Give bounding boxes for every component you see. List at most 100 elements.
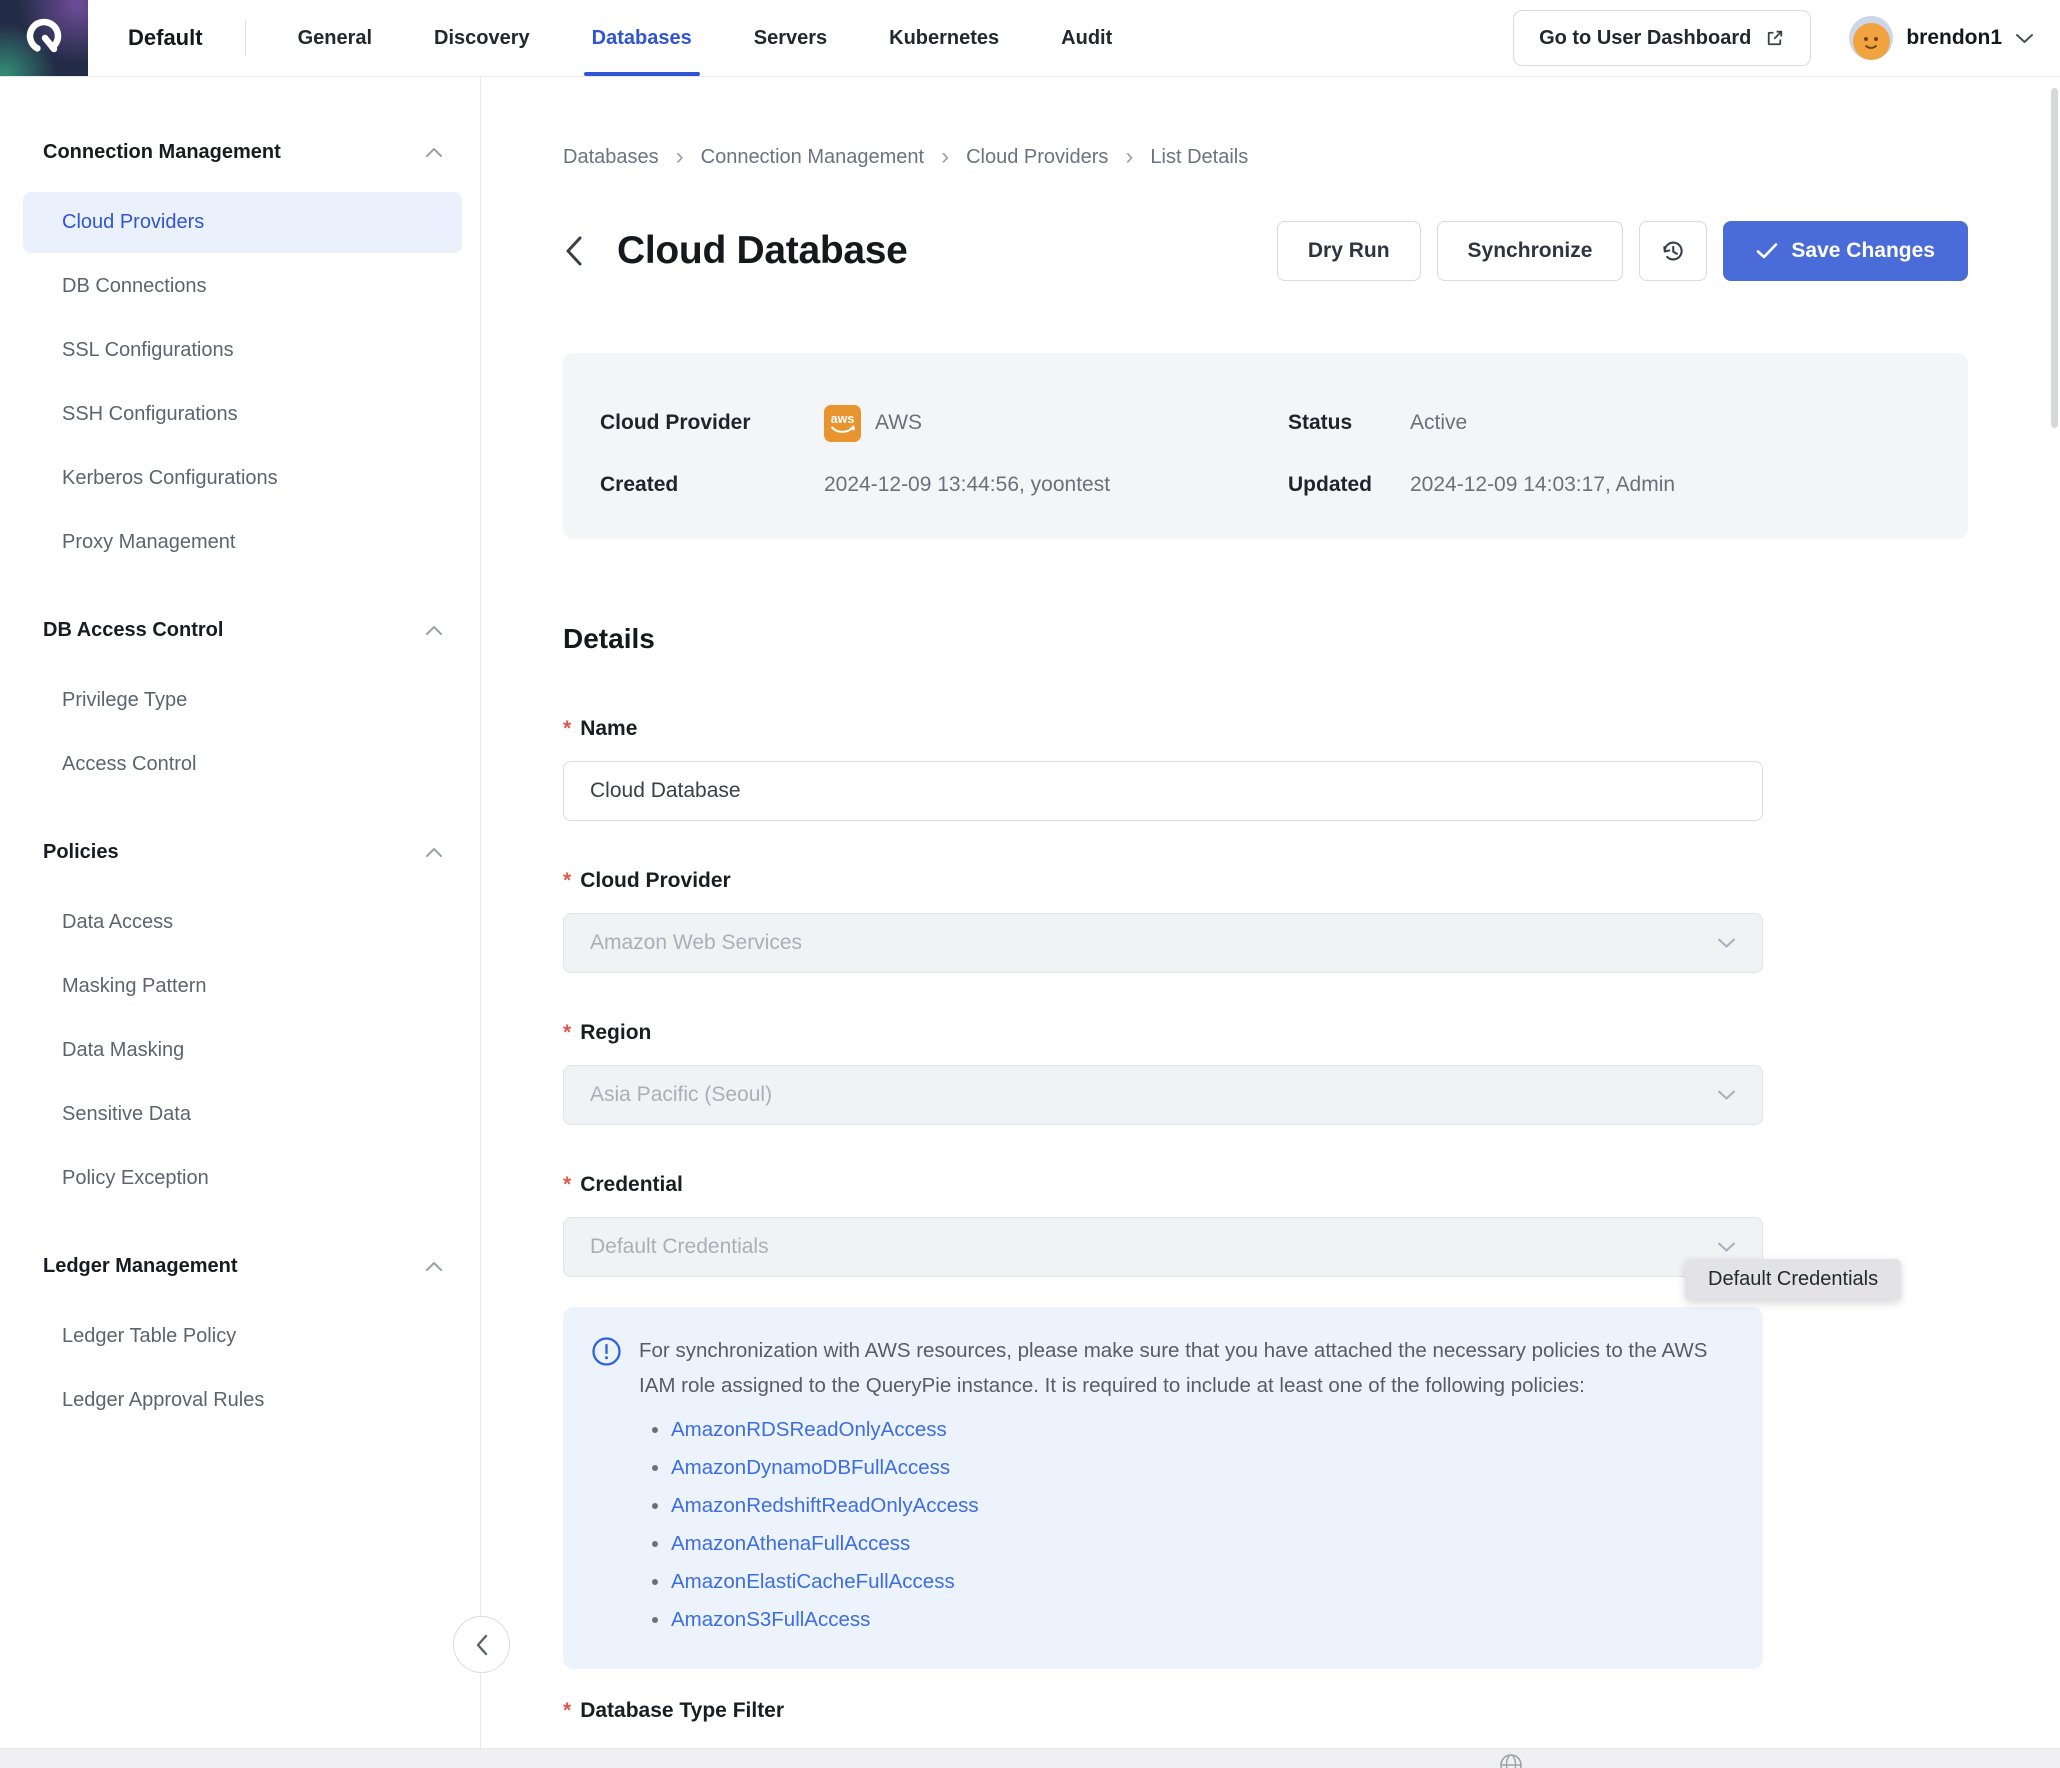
select-value: Default Credentials	[590, 1235, 769, 1259]
save-changes-button[interactable]: Save Changes	[1723, 221, 1968, 281]
page-title-row: Cloud Database Dry Run Synchronize	[563, 221, 1968, 281]
policy-list-item: AmazonRedshiftReadOnlyAccess	[671, 1487, 1719, 1525]
dashboard-button-label: Go to User Dashboard	[1539, 27, 1751, 50]
sidebar-item-policy-exception[interactable]: Policy Exception	[23, 1148, 462, 1209]
policy-list: AmazonRDSReadOnlyAccess AmazonDynamoDBFu…	[639, 1411, 1719, 1639]
sidebar-menu: Ledger Table Policy Ledger Approval Rule…	[0, 1306, 480, 1431]
workspace-label: Default	[128, 25, 203, 51]
nav-divider	[245, 20, 246, 56]
synchronize-button[interactable]: Synchronize	[1437, 221, 1624, 281]
querypie-logo[interactable]	[0, 0, 88, 76]
breadcrumb-databases[interactable]: Databases	[563, 146, 659, 169]
policy-link-redshift[interactable]: AmazonRedshiftReadOnlyAccess	[671, 1494, 979, 1517]
tab-general[interactable]: General	[298, 0, 372, 76]
chevron-left-icon	[563, 233, 585, 269]
cloud-provider-select: Amazon Web Services	[563, 913, 1763, 973]
sidebar-item-privilege-type[interactable]: Privilege Type	[23, 670, 462, 731]
field-label-text: Name	[580, 717, 637, 741]
policy-list-item: AmazonAthenaFullAccess	[671, 1525, 1719, 1563]
select-value: Amazon Web Services	[590, 931, 802, 955]
sidebar-section-db-access-control[interactable]: DB Access Control	[43, 615, 443, 645]
name-field-group: * Name	[563, 717, 2060, 821]
tab-kubernetes[interactable]: Kubernetes	[889, 0, 999, 76]
credential-field-group: * Credential Default Credentials Default…	[563, 1173, 2060, 1277]
select-value: Asia Pacific (Seoul)	[590, 1083, 772, 1107]
required-marker: *	[563, 1021, 571, 1045]
summary-cloud-provider: Cloud Provider aws AWS	[600, 405, 1288, 442]
breadcrumb-connection-management[interactable]: Connection Management	[701, 146, 924, 169]
status-value: Active	[1410, 411, 1467, 435]
history-button[interactable]	[1639, 221, 1707, 281]
header-right: Go to User Dashboard brendon1	[1513, 10, 2034, 66]
sidebar-item-sensitive-data[interactable]: Sensitive Data	[23, 1084, 462, 1145]
required-marker: *	[563, 1699, 571, 1723]
back-button[interactable]	[563, 229, 597, 273]
policy-link-athena[interactable]: AmazonAthenaFullAccess	[671, 1532, 910, 1555]
alert-body: For synchronization with AWS resources, …	[639, 1333, 1719, 1639]
chevron-down-icon	[2015, 33, 2034, 44]
sidebar-item-ledger-approval-rules[interactable]: Ledger Approval Rules	[23, 1370, 462, 1431]
summary-label: Cloud Provider	[600, 411, 824, 435]
querypie-logo-icon	[21, 15, 67, 61]
policy-link-s3[interactable]: AmazonS3FullAccess	[671, 1608, 870, 1631]
credential-label: * Credential	[563, 1173, 2060, 1199]
breadcrumb-current: List Details	[1150, 146, 1248, 169]
tab-databases[interactable]: Databases	[592, 0, 692, 76]
go-to-user-dashboard-button[interactable]: Go to User Dashboard	[1513, 10, 1811, 66]
sidebar-item-ledger-table-policy[interactable]: Ledger Table Policy	[23, 1306, 462, 1367]
sidebar-item-ssl-configurations[interactable]: SSL Configurations	[23, 320, 462, 381]
chevron-up-icon	[425, 1261, 443, 1272]
page-title: Cloud Database	[617, 229, 908, 273]
tab-servers[interactable]: Servers	[754, 0, 827, 76]
user-name: brendon1	[1906, 26, 2002, 50]
chevron-down-icon	[1717, 1241, 1736, 1253]
sidebar-section-connection-management[interactable]: Connection Management	[43, 137, 443, 167]
globe-icon	[1498, 1752, 1524, 1768]
sidebar-menu: Cloud Providers DB Connections SSL Confi…	[0, 192, 480, 573]
required-marker: *	[563, 717, 571, 741]
avatar	[1849, 16, 1893, 60]
sidebar-item-proxy-management[interactable]: Proxy Management	[23, 512, 462, 573]
sidebar-item-access-control[interactable]: Access Control	[23, 734, 462, 795]
created-value: 2024-12-09 13:44:56, yoontest	[824, 473, 1110, 497]
save-changes-label: Save Changes	[1791, 239, 1935, 263]
summary-label: Status	[1288, 411, 1410, 435]
breadcrumb-cloud-providers[interactable]: Cloud Providers	[966, 146, 1108, 169]
sidebar-section-ledger-management[interactable]: Ledger Management	[43, 1251, 443, 1281]
sidebar-item-data-access[interactable]: Data Access	[23, 892, 462, 953]
sidebar-item-ssh-configurations[interactable]: SSH Configurations	[23, 384, 462, 445]
field-label-text: Region	[580, 1021, 651, 1045]
info-circle-icon	[591, 1336, 622, 1367]
region-label: * Region	[563, 1021, 2060, 1047]
sidebar-item-cloud-providers[interactable]: Cloud Providers	[23, 192, 462, 253]
sidebar-item-kerberos-configurations[interactable]: Kerberos Configurations	[23, 448, 462, 509]
sidebar: Connection Management Cloud Providers DB…	[0, 77, 481, 1768]
section-title: Connection Management	[43, 141, 281, 164]
tab-discovery[interactable]: Discovery	[434, 0, 530, 76]
policy-list-item: AmazonRDSReadOnlyAccess	[671, 1411, 1719, 1449]
sidebar-collapse-button[interactable]	[453, 1616, 510, 1673]
details-heading: Details	[563, 623, 2060, 655]
sidebar-section-policies[interactable]: Policies	[43, 837, 443, 867]
policy-link-elasticache[interactable]: AmazonElastiCacheFullAccess	[671, 1570, 955, 1593]
scrollbar-thumb[interactable]	[2051, 88, 2058, 428]
updated-value: 2024-12-09 14:03:17, Admin	[1410, 473, 1675, 497]
cloud-provider-value: AWS	[875, 411, 922, 435]
policy-link-rds[interactable]: AmazonRDSReadOnlyAccess	[671, 1418, 947, 1441]
chevron-left-icon	[475, 1633, 489, 1657]
breadcrumb-separator: ›	[676, 147, 684, 167]
sidebar-item-data-masking[interactable]: Data Masking	[23, 1020, 462, 1081]
alert-message: For synchronization with AWS resources, …	[639, 1339, 1707, 1397]
name-input[interactable]	[563, 761, 1763, 821]
sidebar-item-db-connections[interactable]: DB Connections	[23, 256, 462, 317]
database-type-filter-label: * Database Type Filter	[563, 1699, 2060, 1723]
breadcrumb-separator: ›	[941, 147, 949, 167]
app-window: Default General Discovery Databases Serv…	[0, 0, 2060, 1768]
field-label-text: Credential	[580, 1173, 683, 1197]
dry-run-button[interactable]: Dry Run	[1277, 221, 1421, 281]
sidebar-item-masking-pattern[interactable]: Masking Pattern	[23, 956, 462, 1017]
user-menu[interactable]: brendon1	[1849, 16, 2034, 60]
tab-audit[interactable]: Audit	[1061, 0, 1112, 76]
sidebar-menu: Privilege Type Access Control	[0, 670, 480, 795]
policy-link-dynamodb[interactable]: AmazonDynamoDBFullAccess	[671, 1456, 950, 1479]
